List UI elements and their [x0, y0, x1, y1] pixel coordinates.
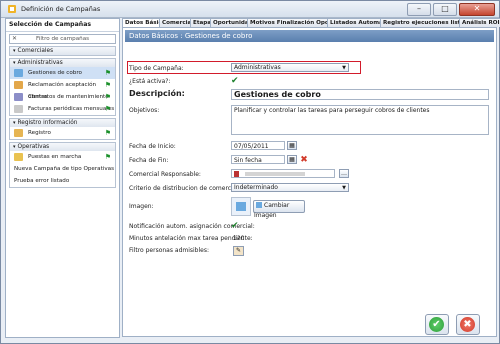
accept-button[interactable]: ✔	[425, 314, 449, 335]
blurred-name	[244, 172, 305, 176]
tipo-campana-label: Tipo de Campaña:	[129, 65, 184, 72]
collapse-icon: ▾	[13, 120, 16, 126]
sidebar-item-contratos[interactable]: Contratos de mantenimiento ⚑	[10, 91, 115, 103]
person-icon	[234, 171, 239, 177]
panel-title: Datos Básicos : Gestiones de cobro	[125, 30, 494, 42]
sidebar-item-reclamacion[interactable]: Reclamación aceptación ofertas ⚑	[10, 79, 115, 100]
minutos-field[interactable]: 120	[233, 235, 244, 242]
comercial-responsable-label: Comercial Responsable:	[129, 171, 201, 178]
campaign-icon	[14, 105, 23, 113]
sidebar-header: Selección de Campañas	[6, 19, 119, 32]
sidebar-item-facturas[interactable]: Facturas periódicas mensuales ⚑	[10, 103, 115, 115]
datos-basicos-panel: Datos Básicos : Gestiones de cobro Tipo …	[122, 27, 497, 337]
clear-date-icon[interactable]: ✖	[299, 155, 309, 165]
calendar-icon[interactable]: ▦	[287, 155, 297, 164]
active-flag-icon: ⚑	[104, 93, 111, 101]
activa-checkbox[interactable]: ✔	[231, 77, 239, 86]
group-header-comerciales[interactable]: ▾ Comerciales	[10, 47, 115, 55]
campaign-icon	[14, 153, 23, 161]
tab-analisis-roi[interactable]: Análisis ROI	[459, 18, 500, 27]
cancel-button[interactable]: ✖	[456, 314, 480, 335]
campaign-icon	[14, 81, 23, 89]
browse-button[interactable]: …	[339, 169, 349, 178]
criterio-select[interactable]: Indeterminado ▼	[231, 183, 349, 192]
fecha-fin-field[interactable]: Sin fecha	[231, 155, 285, 164]
comercial-responsable-field[interactable]	[231, 169, 335, 178]
group-header-operativas[interactable]: ▾ Operativas	[10, 143, 115, 151]
collapse-icon: ▾	[13, 144, 16, 150]
campaign-icon	[14, 69, 23, 77]
active-flag-icon: ⚑	[104, 69, 111, 77]
active-flag-icon: ⚑	[104, 81, 111, 89]
app-icon	[8, 5, 16, 13]
minimize-button[interactable]: –	[407, 3, 431, 16]
title-bar: Definición de Campañas – □ ✕	[1, 1, 499, 18]
calendar-icon[interactable]: ▦	[287, 141, 297, 150]
group-operativas: ▾ Operativas Puestas en marcha ⚑ Nueva Ca…	[9, 142, 116, 188]
maximize-button[interactable]: □	[433, 3, 457, 16]
detail-area: Datos Básicos Comerciales Etapas Oportun…	[122, 18, 500, 337]
filtro-personas-label: Filtro personas admisibles:	[129, 247, 209, 254]
change-image-button[interactable]: Cambiar Imagen	[253, 200, 305, 219]
notificacion-checkbox[interactable]: ✔	[231, 222, 239, 231]
campaign-image	[231, 197, 251, 216]
criterio-label: Criterio de distribucion de comerciales:	[129, 185, 247, 192]
sidebar-item-puestas-marcha[interactable]: Puestas en marcha ⚑	[10, 151, 115, 163]
fecha-fin-label: Fecha de Fin:	[129, 157, 169, 164]
main-window: Definición de Campañas – □ ✕ Selección d…	[0, 0, 500, 344]
activa-label: ¿Está activa?:	[129, 78, 171, 85]
cancel-icon: ✖	[460, 317, 475, 332]
active-flag-icon: ⚑	[104, 105, 111, 113]
window-title: Definición de Campañas	[21, 5, 101, 13]
tab-bar: Datos Básicos Comerciales Etapas Oportun…	[122, 18, 500, 28]
fecha-inicio-label: Fecha de Inicio:	[129, 143, 176, 150]
objetivos-label: Objetivos:	[129, 107, 160, 114]
filter-placeholder: Filtro de campañas	[35, 36, 90, 42]
fecha-inicio-field[interactable]: 07/05/2011	[231, 141, 285, 150]
active-flag-icon: ⚑	[104, 129, 111, 137]
campaign-icon	[14, 93, 23, 101]
collapse-icon: ▾	[13, 48, 16, 54]
imagen-label: Imagen:	[129, 203, 154, 210]
sidebar-item-nueva-campana[interactable]: Nueva Campaña de tipo Operativas	[10, 163, 115, 175]
campaign-image-icon	[236, 202, 246, 211]
close-button[interactable]: ✕	[459, 3, 495, 16]
sidebar-item-registro[interactable]: Registro ⚑	[10, 127, 115, 139]
descripcion-label: Descripción:	[129, 89, 185, 98]
sidebar-item-prueba-error[interactable]: Prueba error listado	[10, 175, 115, 187]
group-registro: ▾ Registro información Registro ⚑	[9, 118, 116, 140]
group-administrativas: ▾ Administrativas Gestiones de cobro ⚑ Re…	[9, 58, 116, 116]
tipo-campana-select[interactable]: Administrativas ▼	[231, 63, 349, 72]
group-comerciales: ▾ Comerciales	[9, 46, 116, 56]
sidebar-item-gestiones-cobro[interactable]: Gestiones de cobro ⚑	[10, 67, 115, 79]
chevron-down-icon: ▼	[342, 185, 346, 191]
campaign-filter-input[interactable]: ✕ Filtro de campañas	[9, 34, 116, 44]
active-flag-icon: ⚑	[104, 153, 111, 161]
collapse-icon: ▾	[13, 60, 16, 66]
image-icon	[256, 202, 262, 208]
filter-edit-icon[interactable]: ✎	[233, 246, 244, 256]
group-header-administrativas[interactable]: ▾ Administrativas	[10, 59, 115, 67]
descripcion-field[interactable]: Gestiones de cobro	[231, 89, 489, 100]
campaign-icon	[14, 129, 23, 137]
group-header-registro[interactable]: ▾ Registro información	[10, 119, 115, 127]
objetivos-field[interactable]: Planificar y controlar las tareas para p…	[231, 105, 489, 135]
check-icon: ✔	[429, 317, 444, 332]
campaign-sidebar: Selección de Campañas ✕ Filtro de campañ…	[5, 18, 120, 338]
chevron-down-icon: ▼	[342, 65, 346, 71]
